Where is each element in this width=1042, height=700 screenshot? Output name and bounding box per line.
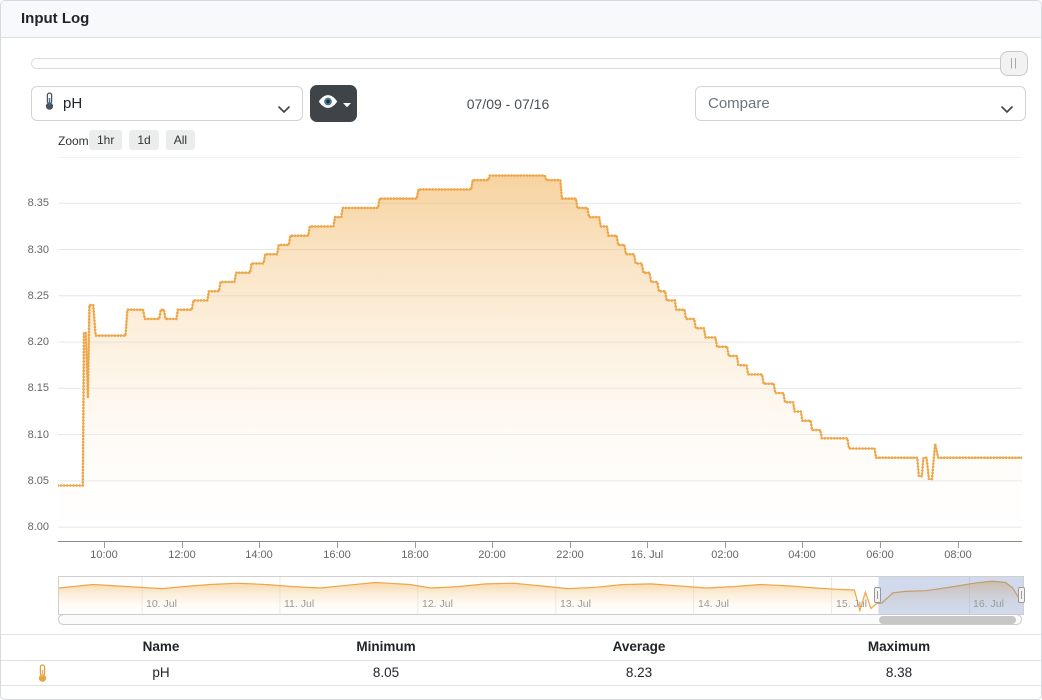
row-average: 8.23 — [529, 665, 749, 680]
summary-table: Name Minimum Average Maximum pH 8.05 8.2… — [1, 634, 1041, 686]
x-tick — [415, 542, 416, 548]
x-tick — [570, 542, 571, 548]
date-range-slider-handle[interactable]: || — [1000, 51, 1028, 76]
chevron-down-icon — [278, 101, 290, 119]
row-minimum: 8.05 — [276, 665, 496, 680]
thermometer-icon — [44, 92, 55, 116]
y-tick-label: 8.05 — [1, 475, 49, 487]
x-tick — [958, 542, 959, 548]
zoom-button-1d[interactable]: 1d — [129, 130, 158, 150]
y-tick-label: 8.10 — [1, 429, 49, 441]
zoom-button-1hr[interactable]: 1hr — [89, 130, 122, 150]
navigator-date-label: 14. Jul — [698, 598, 729, 610]
x-tick-label: 06:00 — [845, 549, 915, 561]
ph-area-chart[interactable] — [58, 157, 1022, 541]
x-tick-label: 08:00 — [923, 549, 993, 561]
y-tick-label: 8.30 — [1, 244, 49, 256]
compare-select-placeholder: Compare — [708, 95, 770, 112]
x-tick — [104, 542, 105, 548]
zoom-button-all[interactable]: All — [166, 130, 195, 150]
y-tick-label: 8.20 — [1, 336, 49, 348]
caret-down-icon — [343, 95, 351, 113]
zoom-buttons: 1hr 1d All — [89, 130, 195, 150]
row-name: pH — [51, 665, 271, 680]
date-range-label: 07/09 - 07/16 — [358, 96, 658, 112]
header-minimum: Minimum — [276, 639, 496, 654]
navigator-left-handle[interactable] — [874, 587, 881, 603]
navigator-scrollbar-thumb[interactable] — [879, 616, 1016, 624]
card-header: Input Log — [1, 1, 1041, 38]
zoom-label: Zoom — [58, 134, 89, 148]
x-tick-label: 14:00 — [224, 549, 294, 561]
compare-select[interactable]: Compare — [695, 86, 1026, 121]
x-tick — [182, 542, 183, 548]
y-tick-label: 8.00 — [1, 521, 49, 533]
x-tick — [725, 542, 726, 548]
table-row[interactable]: pH 8.05 8.23 8.38 — [1, 661, 1041, 686]
x-tick-label: 16:00 — [302, 549, 372, 561]
input-log-card: Input Log || pH 07/09 - 07/16 Compare Zo… — [0, 0, 1042, 700]
navigator-date-label: 12. Jul — [422, 598, 453, 610]
x-tick — [259, 542, 260, 548]
sensor-select[interactable]: pH — [31, 86, 303, 121]
header-maximum: Maximum — [789, 639, 1009, 654]
x-tick-label: 22:00 — [535, 549, 605, 561]
x-tick-label: 10:00 — [69, 549, 139, 561]
x-tick — [880, 542, 881, 548]
thermometer-icon — [37, 664, 48, 688]
eye-icon — [317, 94, 339, 114]
y-tick-label: 8.35 — [1, 197, 49, 209]
x-tick-label: 16. Jul — [612, 549, 682, 561]
x-tick-label: 12:00 — [147, 549, 217, 561]
x-tick — [802, 542, 803, 548]
y-tick-label: 8.25 — [1, 290, 49, 302]
navigator-date-label: 11. Jul — [284, 598, 314, 610]
navigator-scrollbar-track[interactable] — [58, 614, 1022, 625]
row-maximum: 8.38 — [789, 665, 1009, 680]
x-tick-label: 20:00 — [457, 549, 527, 561]
navigator-right-handle[interactable] — [1018, 587, 1025, 603]
header-average: Average — [529, 639, 749, 654]
x-tick-label: 18:00 — [380, 549, 450, 561]
page-title: Input Log — [21, 10, 89, 27]
y-tick-label: 8.15 — [1, 382, 49, 394]
navigator-date-label: 16. Jul — [973, 598, 1004, 610]
x-tick-label: 02:00 — [690, 549, 760, 561]
sensor-select-value: pH — [63, 95, 82, 112]
x-tick — [647, 542, 648, 548]
navigator-date-label: 13. Jul — [560, 598, 591, 610]
visibility-button[interactable] — [310, 85, 357, 122]
x-tick-label: 04:00 — [767, 549, 837, 561]
navigator-date-label: 15. Jul — [836, 598, 867, 610]
chevron-down-icon — [1001, 101, 1013, 119]
x-tick — [492, 542, 493, 548]
date-range-slider-track[interactable] — [31, 58, 1011, 69]
header-name: Name — [51, 639, 271, 654]
x-tick — [337, 542, 338, 548]
summary-table-header: Name Minimum Average Maximum — [1, 634, 1041, 661]
x-axis-line — [58, 541, 1022, 542]
navigator-date-label: 10. Jul — [146, 598, 177, 610]
